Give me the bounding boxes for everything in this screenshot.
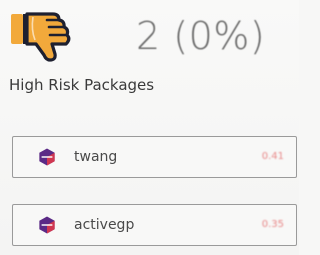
section-title: High Risk Packages xyxy=(9,76,155,94)
package-logo-icon xyxy=(39,216,55,234)
list-item[interactable]: activegp 0.35 xyxy=(12,204,297,246)
high-risk-count: 2 (0%) xyxy=(136,14,266,58)
package-name: activegp xyxy=(74,217,135,233)
package-name: twang xyxy=(74,149,118,165)
package-risk-score: 0.35 xyxy=(261,219,284,230)
package-logo-icon xyxy=(39,148,55,166)
package-risk-score: 0.41 xyxy=(261,151,284,162)
high-risk-packages-panel: 2 (0%) High Risk Packages twang 0.41 act… xyxy=(0,0,299,255)
thumbs-down-icon xyxy=(11,12,71,62)
list-item[interactable]: twang 0.41 xyxy=(12,136,297,178)
